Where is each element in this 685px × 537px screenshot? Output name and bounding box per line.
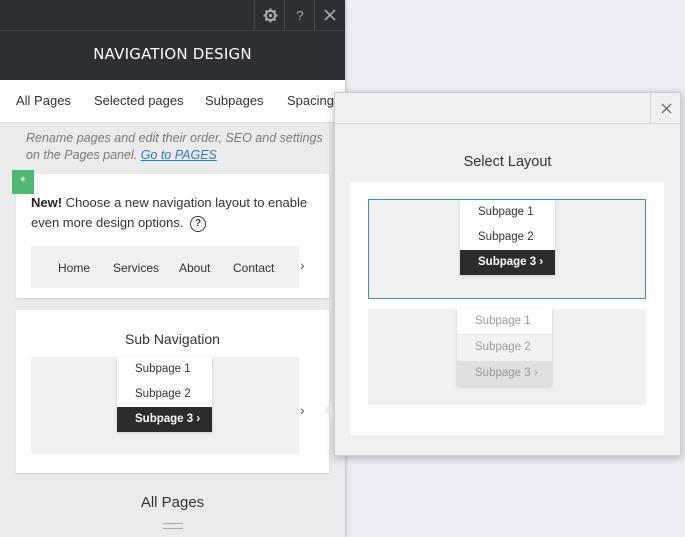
sub-navigation-title: Sub Navigation — [125, 331, 220, 347]
popover-header — [335, 93, 680, 124]
layout-2-menu: Subpage 1 Subpage 2 Subpage 3 › — [457, 309, 552, 386]
close-icon — [660, 102, 672, 114]
tab-all-pages[interactable]: All Pages — [16, 93, 71, 108]
popover-pointer — [324, 400, 334, 420]
header-divider — [0, 30, 345, 31]
layout-1-menu: Subpage 1 Subpage 2 Subpage 3 › — [460, 200, 555, 275]
help-icon: ? — [296, 7, 304, 23]
tab-spacing[interactable]: Spacing — [287, 93, 334, 108]
subpage-item-active: Subpage 3 › — [117, 407, 212, 432]
subpage-item: Subpage 1 — [135, 363, 191, 375]
layout-item: Subpage 1 — [478, 206, 534, 218]
layout-option-1[interactable]: Subpage 1 Subpage 2 Subpage 3 › — [368, 199, 646, 299]
layout-item: Subpage 2 — [478, 231, 534, 243]
tab-selected-pages[interactable]: Selected pages — [94, 93, 184, 108]
panel-header: ? NAVIGATION DESIGN — [0, 0, 345, 80]
close-icon — [324, 9, 336, 21]
subpage-menu: Subpage 1 Subpage 2 Subpage 3 › — [117, 357, 212, 432]
layout-option-2[interactable]: Subpage 1 Subpage 2 Subpage 3 › — [368, 309, 646, 405]
new-layout-message: New! Choose a new navigation layout to e… — [31, 193, 311, 233]
all-pages-section-title: All Pages — [140, 494, 205, 511]
popover-close-button[interactable] — [650, 93, 681, 123]
nav-item-contact: Contact — [233, 261, 275, 275]
question-icon[interactable]: ? — [190, 215, 207, 232]
sub-navigation-card: Sub Navigation Subpage 1 Subpage 2 Subpa… — [16, 310, 329, 473]
layout-item: Subpage 1 — [457, 309, 552, 335]
tab-bar: All Pages Selected pages Subpages Spacin… — [0, 80, 345, 123]
navigation-preview[interactable]: Home Services About Contact — [31, 246, 299, 288]
tab-subpages[interactable]: Subpages — [205, 93, 264, 108]
pages-hint: Rename pages and edit their order, SEO a… — [26, 130, 326, 164]
sub-navigation-preview[interactable]: Subpage 1 Subpage 2 Subpage 3 › — [31, 357, 299, 454]
nav-item-home: Home — [58, 261, 91, 275]
select-layout-popover: Select Layout Subpage 1 Subpage 2 Subpag… — [334, 92, 681, 456]
new-badge: * — [12, 170, 34, 194]
nav-item-services: Services — [113, 261, 160, 275]
new-layout-card: New! Choose a new navigation layout to e… — [16, 174, 329, 298]
gear-icon — [262, 7, 278, 23]
new-label: New! — [31, 195, 63, 210]
help-button[interactable]: ? — [284, 0, 315, 30]
settings-button[interactable] — [254, 0, 285, 30]
layout-item-active: Subpage 3 › — [460, 250, 555, 275]
layout-options: Subpage 1 Subpage 2 Subpage 3 › Subpage … — [350, 182, 664, 435]
panel-title: NAVIGATION DESIGN — [93, 45, 252, 63]
navigation-design-panel: ? NAVIGATION DESIGN All Pages Selected p… — [0, 0, 345, 537]
resize-handle[interactable] — [163, 523, 183, 529]
close-button[interactable] — [314, 0, 345, 30]
subpage-item: Subpage 2 — [135, 388, 191, 400]
new-layout-text: Choose a new navigation layout to enable… — [31, 195, 308, 230]
nav-item-about: About — [179, 261, 211, 275]
chevron-right-icon[interactable]: › — [300, 257, 305, 273]
layout-item: Subpage 2 — [457, 335, 552, 361]
chevron-right-icon[interactable]: › — [300, 402, 305, 418]
go-to-pages-link[interactable]: Go to PAGES — [141, 148, 217, 162]
layout-item-active: Subpage 3 › — [457, 361, 552, 386]
popover-title: Select Layout — [463, 154, 552, 170]
